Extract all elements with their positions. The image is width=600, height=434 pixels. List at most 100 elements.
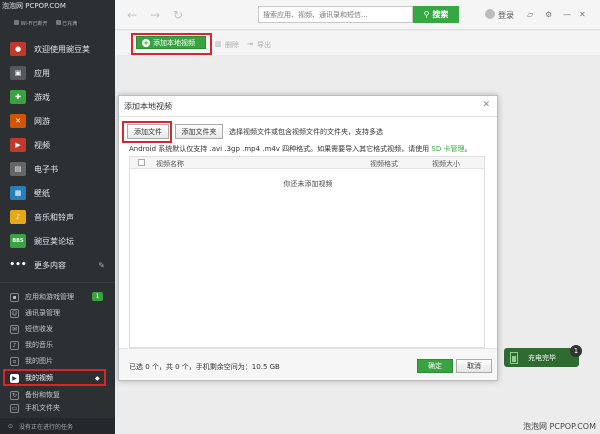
wrench-icon[interactable]: ✎	[98, 261, 105, 270]
action-bar: + 添加本地视频 ▥ 删除 ⇥ 导出	[115, 31, 600, 55]
sub-label: 我的图片	[25, 357, 53, 365]
nav-welcome[interactable]: ● 欢迎使用豌豆荚	[0, 37, 115, 61]
image-icon: ▦	[10, 186, 26, 200]
dialog-divider	[119, 116, 497, 117]
chat-icon[interactable]: ▱	[527, 10, 533, 19]
sub-label: 备份和恢复	[25, 391, 60, 399]
login-link[interactable]: 登录	[498, 10, 514, 21]
highlight-box-my-videos	[3, 369, 106, 386]
sub-label: 手机文件夹	[25, 404, 60, 412]
sub-phone-files[interactable]: ▭ 手机文件夹	[0, 402, 115, 414]
avatar[interactable]	[485, 9, 495, 19]
sidebar-divider	[0, 282, 115, 283]
sub-label: 我的音乐	[25, 341, 53, 349]
back-arrow-icon[interactable]: ←	[127, 8, 137, 22]
close-icon[interactable]: ✕	[579, 10, 586, 19]
nav-games[interactable]: ✚ 游戏	[0, 85, 115, 109]
nav-forum[interactable]: BBS 豌豆荚论坛	[0, 229, 115, 253]
cancel-button[interactable]: 取消	[456, 359, 492, 373]
wifi-icon	[14, 19, 19, 25]
forward-arrow-icon[interactable]: →	[150, 8, 160, 22]
nav-wallpaper[interactable]: ▦ 壁纸	[0, 181, 115, 205]
update-badge: 1	[92, 292, 103, 301]
backup-icon: ↻	[10, 390, 19, 400]
sub-contacts[interactable]: ☺ 通讯录管理	[0, 305, 115, 321]
nav-label: 壁纸	[34, 188, 50, 198]
search-button-label: 搜索	[432, 10, 449, 19]
export-icon: ⇥	[247, 40, 253, 48]
sub-sms[interactable]: ✉ 短信收发	[0, 321, 115, 337]
message-icon: ✉	[10, 324, 19, 334]
add-local-video-dialog: 添加本地视频 ✕ 添加文件 添加文件夹 选择视频文件或包含视频文件的文件夹，支持…	[118, 95, 498, 381]
video-icon: ▶	[10, 138, 26, 152]
music-note-icon: ♪	[10, 340, 19, 350]
nav-ebooks[interactable]: ▤ 电子书	[0, 157, 115, 181]
ok-button[interactable]: 确定	[417, 359, 453, 373]
nav-more[interactable]: ••• 更多内容 ✎	[0, 253, 115, 277]
dialog-title: 添加本地视频	[124, 102, 172, 111]
device-status: Wi-Fi已断开 已充满	[14, 18, 104, 28]
nav-label: 豌豆荚论坛	[34, 236, 74, 246]
nav-apps[interactable]: ▣ 应用	[0, 61, 115, 85]
watermark-bottom: 泡泡网 PCPOP.COM	[523, 422, 596, 431]
toolbar: ← → ↻ ⚲ 搜索 登录 ▱ ⚙ — ✕	[115, 0, 600, 30]
task-status-bar: ⊙ 没有正在进行的任务	[0, 418, 115, 434]
delete-button[interactable]: 删除	[225, 40, 239, 50]
nav-video[interactable]: ▶ 视频	[0, 133, 115, 157]
add-folder-button[interactable]: 添加文件夹	[175, 124, 223, 139]
battery-icon	[510, 351, 518, 364]
selection-status: 已选 0 个，共 0 个，手机剩余空间为：10.5 GB	[129, 363, 280, 371]
sub-my-pictures[interactable]: ▫ 我的图片	[0, 353, 115, 369]
music-icon: ♪	[10, 210, 26, 224]
nav-online-games[interactable]: ✕ 网游	[0, 109, 115, 133]
file-table: 视频名称 视频格式 视频大小 你还未添加视频	[129, 156, 485, 348]
highlight-box-add-file	[122, 121, 172, 143]
refresh-icon[interactable]: ↻	[173, 8, 183, 22]
format-note-end: 。	[464, 145, 472, 153]
more-icon: •••	[9, 260, 27, 270]
folder-icon: ▭	[10, 403, 19, 413]
export-button[interactable]: 导出	[257, 40, 271, 50]
nav-music[interactable]: ♪ 音乐和铃声	[0, 205, 115, 229]
task-icon: ⊙	[8, 422, 14, 430]
dialog-footer: 已选 0 个，共 0 个，手机剩余空间为：10.5 GB 确定 取消	[119, 348, 497, 380]
sub-label: 应用和游戏管理	[25, 293, 74, 301]
settings-icon[interactable]: ⚙	[545, 10, 552, 19]
gamepad-icon: ✚	[10, 90, 26, 104]
bag-icon: ▣	[10, 66, 26, 80]
search-input[interactable]	[258, 6, 413, 23]
format-note-text: Android 系统默认仅支持 .avi .3gp .mp4 .m4v 四种格式…	[129, 145, 430, 153]
search-icon: ⚲	[423, 10, 430, 19]
contact-icon: ☺	[10, 308, 19, 318]
watermark-top: 泡泡网 PCPOP.COM	[2, 2, 66, 10]
nav-label: 游戏	[34, 92, 50, 102]
wifi-status: Wi-Fi已断开	[20, 20, 48, 27]
empty-message: 你还未添加视频	[283, 180, 333, 188]
sub-backup[interactable]: ↻ 备份和恢复	[0, 387, 115, 403]
col-video-format: 视频格式	[370, 160, 398, 168]
sd-card-link[interactable]: SD 卡管理	[431, 145, 464, 153]
nav-label: 应用	[34, 68, 50, 78]
charging-widget[interactable]: 充电完毕	[504, 348, 579, 367]
sub-label: 短信收发	[25, 325, 53, 333]
bbs-icon: BBS	[10, 234, 26, 248]
search-button[interactable]: ⚲ 搜索	[413, 6, 459, 23]
battery-icon	[55, 19, 61, 25]
nav-label: 音乐和铃声	[34, 212, 74, 222]
highlight-box-add-local	[131, 33, 212, 55]
task-status: 没有正在进行的任务	[19, 423, 74, 431]
table-header: 视频名称 视频格式 视频大小	[130, 157, 484, 169]
nav-label: 电子书	[34, 164, 58, 174]
sub-label: 通讯录管理	[25, 309, 60, 317]
minimize-icon[interactable]: —	[563, 10, 571, 19]
nav-label: 欢迎使用豌豆荚	[34, 44, 90, 54]
sidebar: 泡泡网 PCPOP.COM Wi-Fi已断开 已充满 ● 欢迎使用豌豆荚 ▣ 应…	[0, 0, 115, 434]
nav-label: 更多内容	[34, 260, 66, 270]
nav-label: 网游	[34, 116, 50, 126]
sub-my-music[interactable]: ♪ 我的音乐	[0, 337, 115, 353]
select-all-checkbox[interactable]	[138, 159, 145, 166]
picture-icon: ▫	[10, 356, 19, 366]
close-icon[interactable]: ✕	[482, 100, 490, 110]
dialog-hint: 选择视频文件或包含视频文件的文件夹，支持多选	[229, 128, 383, 136]
col-video-size: 视频大小	[432, 160, 460, 168]
